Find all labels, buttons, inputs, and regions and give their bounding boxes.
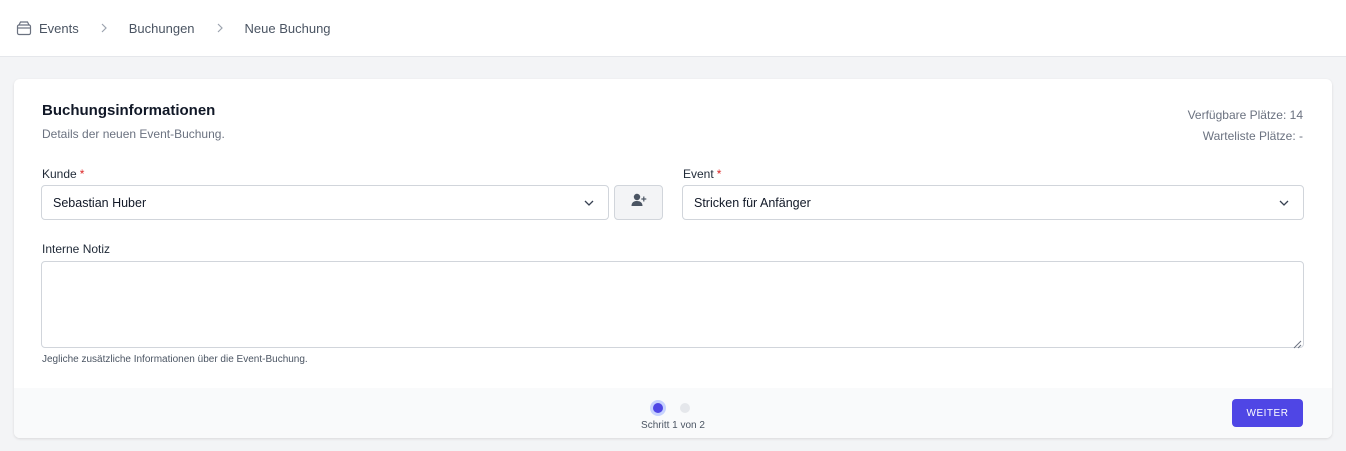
breadcrumb-item-events[interactable]: Events: [39, 21, 79, 36]
step-dot-2[interactable]: [680, 403, 690, 413]
archive-box-icon: [16, 20, 32, 36]
customer-select-value: Sebastian Huber: [53, 195, 147, 210]
chevron-right-icon: [215, 23, 225, 33]
required-mark: *: [716, 167, 722, 181]
booking-card: Buchungsinformationen Details der neuen …: [14, 79, 1332, 438]
waitlist-seats: Warteliste Plätze: -: [1202, 129, 1303, 143]
step-dot-1[interactable]: [653, 403, 663, 413]
required-mark: *: [79, 167, 85, 181]
event-select-value: Stricken für Anfänger: [694, 195, 811, 210]
note-label: Interne Notiz: [42, 242, 111, 256]
capacity-stats: Verfügbare Plätze: 14 Warteliste Plätze:…: [1188, 105, 1303, 147]
event-select[interactable]: Stricken für Anfänger: [682, 185, 1304, 220]
add-customer-button[interactable]: [614, 185, 663, 220]
resize-handle-icon[interactable]: [1292, 336, 1302, 349]
available-seats: Verfügbare Plätze: 14: [1187, 108, 1303, 122]
breadcrumb-item-buchungen[interactable]: Buchungen: [129, 21, 195, 36]
customer-label-text: Kunde: [42, 167, 77, 181]
card-footer: Schritt 1 von 2 WEITER: [14, 388, 1332, 438]
card-title: Buchungsinformationen: [42, 102, 216, 119]
breadcrumb-item-neue-buchung[interactable]: Neue Buchung: [245, 21, 331, 36]
breadcrumb: Events Buchungen Neue Buchung: [16, 20, 331, 36]
note-helper-text: Jegliche zusätzliche Informationen über …: [42, 354, 308, 365]
top-bar: Events Buchungen Neue Buchung: [0, 0, 1346, 57]
event-label: Event *: [683, 167, 721, 181]
chevron-down-icon: [1278, 197, 1290, 209]
note-textarea[interactable]: [41, 261, 1304, 348]
next-button[interactable]: WEITER: [1232, 399, 1303, 427]
card-subtitle: Details der neuen Event-Buchung.: [42, 127, 225, 141]
user-plus-icon: [631, 193, 647, 212]
step-indicator: [653, 403, 690, 413]
customer-label: Kunde *: [42, 167, 84, 181]
step-text: Schritt 1 von 2: [641, 420, 705, 431]
chevron-down-icon: [583, 197, 595, 209]
chevron-right-icon: [99, 23, 109, 33]
customer-select[interactable]: Sebastian Huber: [41, 185, 609, 220]
event-label-text: Event: [683, 167, 714, 181]
